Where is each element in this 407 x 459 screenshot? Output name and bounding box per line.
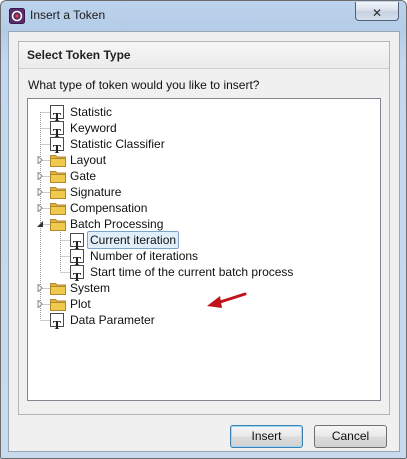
- tree-item-batch-processing[interactable]: Batch Processing: [28, 216, 378, 232]
- tree-item-keyword[interactable]: T Keyword: [28, 120, 378, 140]
- tree-item-label: Data Parameter: [70, 313, 155, 327]
- tree-item-number-of-iterations[interactable]: T Number of iterations: [28, 248, 378, 268]
- token-glyph: T: [52, 319, 62, 332]
- expanded-arrow-icon[interactable]: [36, 220, 44, 228]
- token-type-tree[interactable]: T Statistic T Keyword T Statistic Classifier L…: [27, 98, 381, 401]
- red-arrow-annotation: [207, 292, 247, 308]
- folder-icon: [50, 155, 66, 167]
- tree-item-label: Gate: [70, 169, 97, 183]
- tree-item-label: Layout: [70, 153, 107, 167]
- folder-icon: [50, 219, 66, 231]
- tree-item-label: Compensation: [70, 201, 148, 215]
- tree-item-gate[interactable]: Gate: [28, 168, 378, 184]
- folder-icon: [50, 299, 66, 311]
- close-icon: ✕: [371, 6, 383, 20]
- token-icon: T: [50, 105, 64, 124]
- tree-item-plot[interactable]: Plot: [28, 296, 378, 312]
- panel-header: Select Token Type: [19, 42, 389, 69]
- tree-item-system[interactable]: System: [28, 280, 378, 296]
- insert-token-dialog: Insert a Token ✕ Select Token Type What …: [0, 0, 407, 459]
- token-icon: T: [70, 249, 84, 268]
- tree-item-label: Number of iterations: [90, 249, 199, 263]
- dialog-client-area: Select Token Type What type of token wou…: [8, 31, 400, 452]
- tree-item-label: Start time of the current batch process: [90, 265, 294, 279]
- cancel-button[interactable]: Cancel: [314, 425, 387, 448]
- tree-item-current-iteration[interactable]: T Current iteration: [28, 231, 378, 252]
- tree-item-label: Statistic: [70, 105, 113, 119]
- token-icon: T: [50, 137, 64, 156]
- tree-item-signature[interactable]: Signature: [28, 184, 378, 200]
- tree-item-layout[interactable]: Layout: [28, 152, 378, 168]
- window-title: Insert a Token: [30, 8, 106, 22]
- collapsed-arrow-icon[interactable]: [36, 204, 44, 212]
- collapsed-arrow-icon[interactable]: [36, 284, 44, 292]
- token-icon: T: [70, 265, 84, 284]
- tree-item-statistic-classifier[interactable]: T Statistic Classifier: [28, 136, 378, 156]
- tree-item-data-parameter[interactable]: T Data Parameter: [28, 312, 378, 332]
- tree-item-compensation[interactable]: Compensation: [28, 200, 378, 216]
- folder-icon: [50, 283, 66, 295]
- token-icon: T: [50, 313, 64, 332]
- tree-item-label: Plot: [70, 297, 91, 311]
- collapsed-arrow-icon[interactable]: [36, 188, 44, 196]
- tree-item-label: Batch Processing: [70, 217, 164, 231]
- collapsed-arrow-icon[interactable]: [36, 300, 44, 308]
- folder-icon: [50, 187, 66, 199]
- tree-item-label: Current iteration: [87, 231, 180, 249]
- collapsed-arrow-icon[interactable]: [36, 172, 44, 180]
- select-token-panel: Select Token Type What type of token wou…: [18, 41, 390, 415]
- folder-icon: [50, 171, 66, 183]
- folder-icon: [50, 203, 66, 215]
- title-bar[interactable]: Insert a Token ✕: [1, 1, 406, 31]
- insert-button[interactable]: Insert: [230, 425, 303, 448]
- tree-item-label: Statistic Classifier: [70, 137, 165, 151]
- tree-item-label: System: [70, 281, 111, 295]
- question-label: What type of token would you like to ins…: [28, 78, 260, 92]
- panel-title: Select Token Type: [27, 48, 131, 62]
- tree-item-start-time-of-the-current-batch-process[interactable]: T Start time of the current batch process: [28, 264, 378, 284]
- token-icon: T: [50, 121, 64, 140]
- close-button[interactable]: ✕: [355, 2, 399, 21]
- tree-item-statistic[interactable]: T Statistic: [28, 104, 378, 124]
- tree-item-label: Keyword: [70, 121, 117, 135]
- collapsed-arrow-icon[interactable]: [36, 156, 44, 164]
- token-icon: T: [70, 233, 84, 252]
- flowjo-app-icon: [9, 8, 25, 24]
- tree-item-label: Signature: [70, 185, 122, 199]
